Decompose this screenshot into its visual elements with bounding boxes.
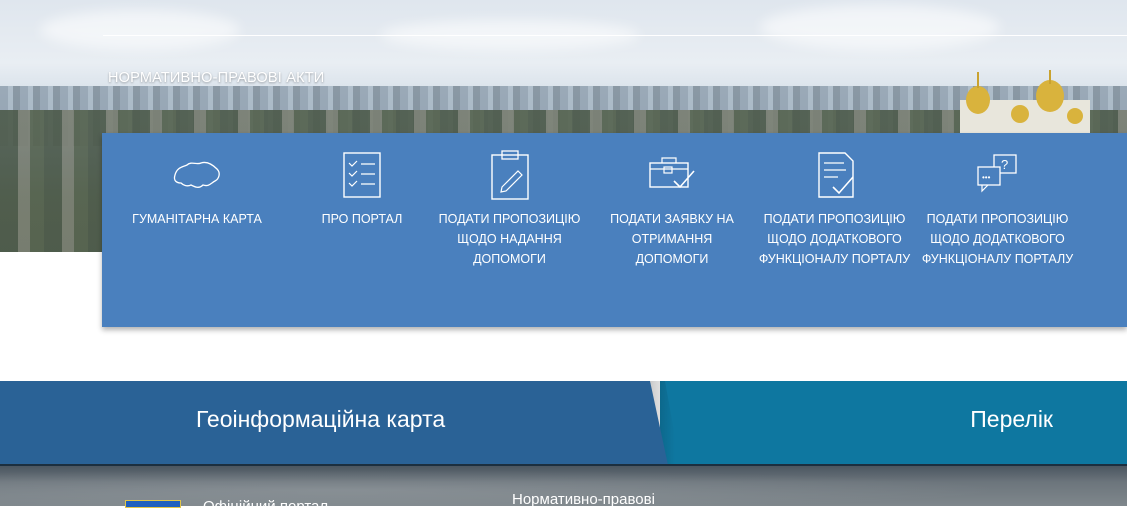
checklist-icon xyxy=(343,152,381,198)
document-check-icon xyxy=(817,152,854,198)
tab-geo-label: Геоінформаційна карта xyxy=(196,406,446,432)
cathedral-domes-image xyxy=(960,70,1090,140)
svg-text:•••: ••• xyxy=(982,173,991,182)
menu-item-label: ПОДАТИ ПРОПОЗИЦІЮ ЩОДО ДОДАТКОВОГО ФУНКЦ… xyxy=(758,212,911,266)
footer-org-name: Офіційний портал xyxy=(203,498,329,515)
tab-geoinformation-map[interactable]: Геоінформаційна карта xyxy=(0,381,668,465)
menu-item-request-help[interactable]: ПОДАТИ ЗАЯВКУ НА ОТРИМАННЯ ДОПОМОГИ xyxy=(602,133,742,327)
ukraine-map-icon xyxy=(173,161,220,188)
clipboard-pen-icon xyxy=(490,150,529,200)
menu-item-offer-help[interactable]: ПОДАТИ ПРОПОЗИЦІЮ ЩОДО НАДАННЯ ДОПОМОГИ xyxy=(432,133,587,327)
menu-item-propose-feature[interactable]: ПОДАТИ ПРОПОЗИЦІЮ ЩОДО ДОДАТКОВОГО ФУНКЦ… xyxy=(757,133,912,327)
svg-text:?: ? xyxy=(1001,157,1008,172)
menu-item-humanitarian-map[interactable]: ГУМАНІТАРНА КАРТА xyxy=(112,133,282,327)
hero-title-link[interactable]: НОРМАТИВНО-ПРАВОВІ АКТИ xyxy=(108,70,324,86)
menu-item-propose-feature-2[interactable]: ? ••• ПОДАТИ ПРОПОЗИЦІЮ ЩОДО ДОДАТКОВОГО… xyxy=(920,133,1075,327)
hero-divider xyxy=(103,35,1127,36)
menu-item-label: ПОДАТИ ПРОПОЗИЦІЮ ЩОДО НАДАННЯ ДОПОМОГИ xyxy=(438,212,581,266)
menu-item-label: ПОДАТИ ПРОПОЗИЦІЮ ЩОДО ДОДАТКОВОГО ФУНКЦ… xyxy=(921,212,1074,266)
tab-list-label: Перелік xyxy=(970,406,1053,432)
menu-item-label: ПОДАТИ ЗАЯВКУ НА ОТРИМАННЯ ДОПОМОГИ xyxy=(610,212,734,266)
menu-item-label: ПРО ПОРТАЛ xyxy=(321,212,403,226)
tab-list[interactable]: Перелік xyxy=(660,381,1127,465)
ukraine-coat-of-arms-icon xyxy=(125,500,181,508)
menu-item-label: ГУМАНІТАРНА КАРТА xyxy=(132,212,262,226)
menu-item-about-portal[interactable]: ПРО ПОРТАЛ xyxy=(282,133,442,327)
briefcase-check-icon xyxy=(649,157,695,189)
chat-question-icon: ? ••• xyxy=(976,154,1017,193)
view-tabs: Перелік Геоінформаційна карта xyxy=(0,381,1127,465)
footer-link-legal-acts[interactable]: Нормативно-правові xyxy=(512,491,655,508)
quick-menu-panel: ГУМАНІТАРНА КАРТА ПРО ПОРТАЛ ПОДАТИ ПРОП… xyxy=(102,133,1127,327)
